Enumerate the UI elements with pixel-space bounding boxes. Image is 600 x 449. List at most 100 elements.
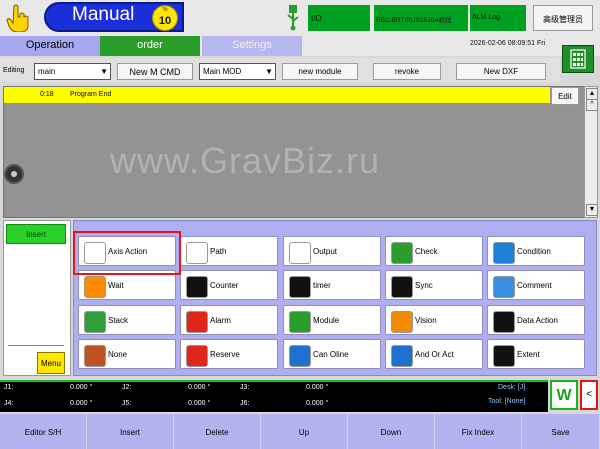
- vision-camera-icon: [391, 311, 413, 333]
- action-button[interactable]: Stack: [78, 305, 176, 335]
- bottom-button[interactable]: Delete: [174, 414, 261, 449]
- action-label: Can Oline: [313, 350, 349, 359]
- action-label: Check: [415, 247, 438, 256]
- action-label: timer: [313, 281, 331, 290]
- data-action-icon: [493, 311, 515, 333]
- speed-percent-label: %: [162, 7, 168, 13]
- program-scrollbar[interactable]: ▲ ^ ▼: [584, 86, 598, 218]
- wait-pause-icon: [84, 276, 106, 298]
- action-button[interactable]: Data Action: [487, 305, 585, 335]
- joint-label: J2:: [122, 384, 132, 391]
- divider: [8, 345, 64, 346]
- action-label: Output: [313, 247, 338, 256]
- program-select[interactable]: main ▼: [34, 63, 111, 80]
- sync-arrows-icon: [391, 276, 413, 298]
- joint-value: 0.000 °: [306, 384, 329, 391]
- world-coordinate-button[interactable]: W: [550, 380, 578, 410]
- module-icon: [289, 311, 311, 333]
- chevron-down-icon: ▼: [100, 67, 108, 76]
- comment-bubble-icon: [493, 276, 515, 298]
- alarm-log-button[interactable]: ALM Log: [470, 5, 526, 31]
- joint-label: J5:: [122, 400, 132, 407]
- bottom-button[interactable]: Fix Index: [435, 414, 522, 449]
- action-button[interactable]: Path: [180, 236, 278, 266]
- path-icon: [186, 242, 208, 264]
- bottom-button[interactable]: Save: [522, 414, 600, 449]
- extent-icon: [493, 345, 515, 367]
- menu-button[interactable]: Menu: [37, 352, 65, 374]
- new-dxf-button[interactable]: New DXF: [456, 63, 546, 80]
- joint-label: J3:: [240, 384, 250, 391]
- scroll-up-small-icon[interactable]: ^: [586, 99, 598, 111]
- recording-program-indicator[interactable]: REC:BRTIRUS1510A机位: [374, 5, 468, 31]
- reserve-icon: [186, 345, 208, 367]
- io-button[interactable]: I/O: [308, 5, 370, 31]
- none-brush-icon: [84, 345, 106, 367]
- user-role-button[interactable]: 高级管理员: [533, 5, 593, 31]
- collapse-panel-button[interactable]: <: [580, 380, 598, 410]
- scroll-down-icon[interactable]: ▼: [586, 204, 598, 216]
- bottom-button[interactable]: Insert: [87, 414, 174, 449]
- action-button[interactable]: Alarm: [180, 305, 278, 335]
- joint-label: J4:: [4, 400, 14, 407]
- bottom-button[interactable]: Editor S/H: [0, 414, 87, 449]
- action-button[interactable]: Extent: [487, 339, 585, 369]
- program-line-text: Program End: [70, 91, 112, 98]
- action-button[interactable]: Sync: [385, 270, 483, 300]
- mode-label: Manual: [72, 4, 135, 25]
- can-online-icon: [289, 345, 311, 367]
- action-button[interactable]: None: [78, 339, 176, 369]
- action-label: Reserve: [210, 350, 240, 359]
- module-select[interactable]: Main MOD ▼: [199, 63, 276, 80]
- edit-button[interactable]: Edit: [551, 87, 579, 105]
- action-button[interactable]: And Or Act: [385, 339, 483, 369]
- tab-operation[interactable]: Operation: [0, 36, 100, 56]
- bottom-button[interactable]: Down: [348, 414, 435, 449]
- usb-icon: [284, 3, 302, 31]
- action-label: Alarm: [210, 316, 231, 325]
- bottom-button[interactable]: Up: [261, 414, 348, 449]
- hand-pointer-icon[interactable]: [6, 4, 32, 33]
- action-button[interactable]: Module: [283, 305, 381, 335]
- check-shield-icon: [391, 242, 413, 264]
- tab-settings[interactable]: Settings: [202, 36, 302, 56]
- action-label: Data Action: [517, 316, 558, 325]
- action-label: Sync: [415, 281, 433, 290]
- stack-cubes-icon: [84, 311, 106, 333]
- action-label: Condition: [517, 247, 551, 256]
- revoke-button[interactable]: revoke: [373, 63, 441, 80]
- joint-status-bar: J1: 0.000 ° J2: 0.000 ° J3: 0.000 ° J4: …: [0, 380, 548, 412]
- action-label: Comment: [517, 281, 552, 290]
- joint-label: J6:: [240, 400, 250, 407]
- timer-icon: [289, 276, 311, 298]
- joint-value: 0.000 °: [70, 384, 93, 391]
- speed-badge[interactable]: % 10: [152, 5, 178, 31]
- action-label: Counter: [210, 281, 239, 290]
- action-button[interactable]: Can Oline: [283, 339, 381, 369]
- insert-mode-button[interactable]: Insert: [6, 224, 66, 244]
- robot-view-icon[interactable]: [4, 164, 24, 184]
- new-main-command-button[interactable]: New M CMD: [117, 63, 193, 80]
- action-button[interactable]: Vision: [385, 305, 483, 335]
- speed-value: 10: [158, 15, 172, 27]
- action-button[interactable]: timer: [283, 270, 381, 300]
- action-button[interactable]: Counter: [180, 270, 278, 300]
- action-label: Wait: [108, 281, 124, 290]
- action-button[interactable]: Output: [283, 236, 381, 266]
- tool-indicator: Tool: [None]: [488, 398, 526, 405]
- alarm-hand-icon: [186, 311, 208, 333]
- action-label: Module: [313, 316, 340, 325]
- output-icon: [289, 242, 311, 264]
- new-module-button[interactable]: new module: [282, 63, 358, 80]
- action-button[interactable]: Check: [385, 236, 483, 266]
- program-select-value: main: [38, 67, 56, 76]
- joint-value: 0.000 °: [188, 400, 211, 407]
- action-button[interactable]: Reserve: [180, 339, 278, 369]
- action-label: Extent: [517, 350, 540, 359]
- grid-calculator-icon[interactable]: [562, 45, 594, 73]
- action-button[interactable]: Comment: [487, 270, 585, 300]
- editing-label: Editing: [3, 67, 25, 74]
- chevron-down-icon: ▼: [265, 67, 273, 76]
- action-button[interactable]: Condition: [487, 236, 585, 266]
- tab-order[interactable]: order: [100, 36, 200, 56]
